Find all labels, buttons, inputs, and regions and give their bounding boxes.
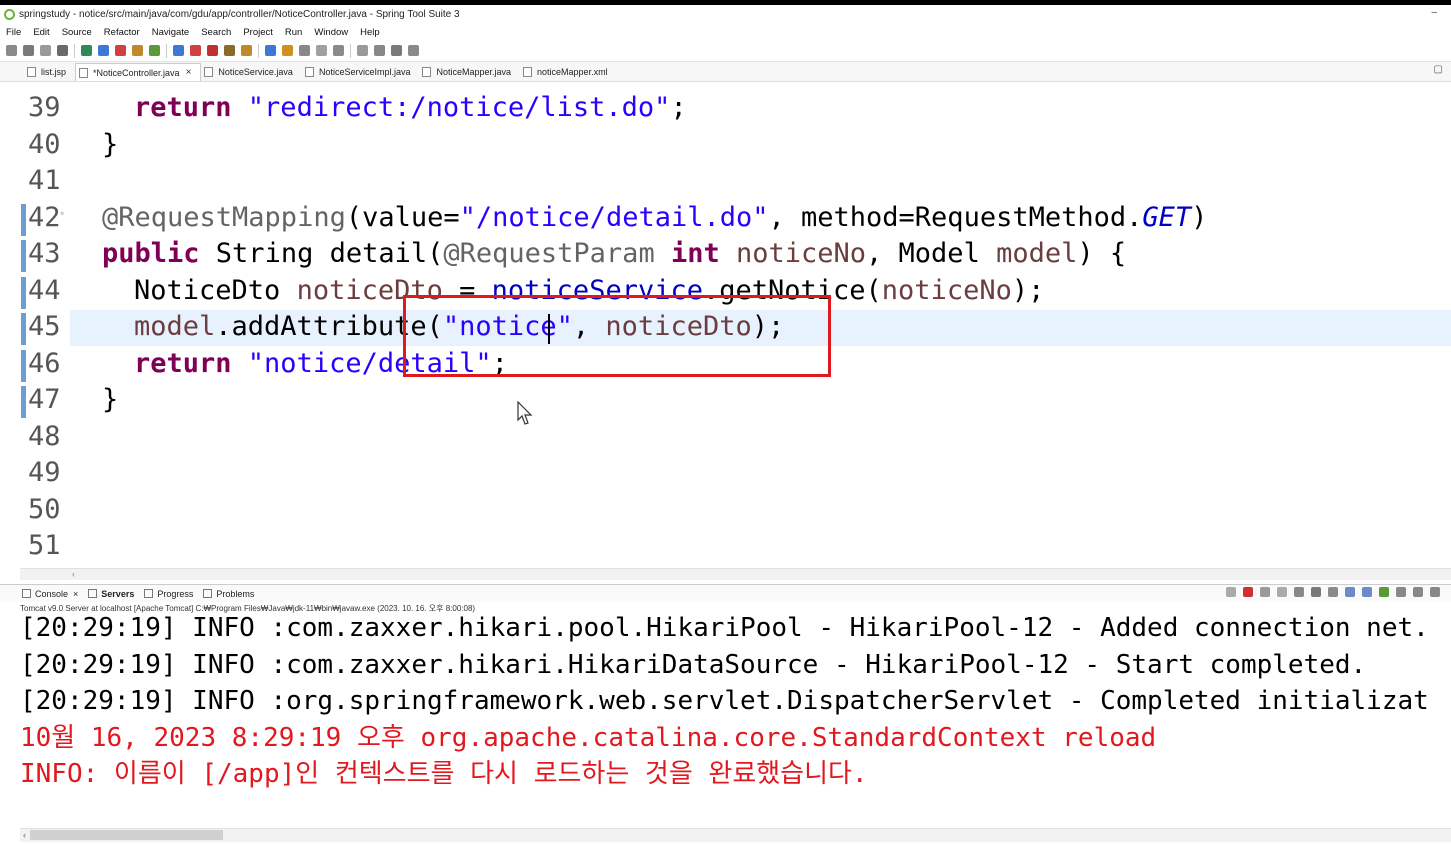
console-action-icon[interactable] xyxy=(1362,587,1372,597)
code-token: return xyxy=(134,347,248,379)
line-number: 51 xyxy=(28,530,61,561)
console-tab-label: Progress xyxy=(157,588,194,599)
close-console-icon[interactable]: × xyxy=(73,589,78,599)
code-line-42: @RequestMapping(value="/notice/detail.do… xyxy=(102,200,1207,236)
code-line-43: public String detail(@RequestParam int n… xyxy=(102,236,1126,272)
code-token: ; xyxy=(670,92,687,123)
console-action-icon[interactable] xyxy=(1413,587,1423,597)
console-action-icon[interactable] xyxy=(1294,587,1304,597)
editor-horizontal-scrollbar[interactable]: ‹ xyxy=(20,568,1451,580)
console-output[interactable]: [20:29:19] INFO :com.zaxxer.hikari.pool.… xyxy=(20,614,1451,828)
console-action-icon[interactable] xyxy=(1243,587,1253,597)
console-line: [20:29:19] INFO :com.zaxxer.hikari.pool.… xyxy=(20,614,1429,643)
console-action-icon[interactable] xyxy=(1345,587,1355,597)
console-tab-progress[interactable]: Progress xyxy=(144,589,193,599)
scroll-left-arrow-icon[interactable]: ‹ xyxy=(72,569,75,579)
line-number: 43 xyxy=(28,238,61,269)
mouse-pointer-icon xyxy=(517,400,533,434)
console-line: [20:29:19] INFO :org.springframework.web… xyxy=(20,686,1429,716)
console-line: INFO: 이름이 [/app]인 컨텍스트를 다시 로드하는 것을 완료했습니… xyxy=(20,759,868,789)
code-line-40: } xyxy=(102,127,118,163)
code-line-39: return "redirect:/notice/list.do"; xyxy=(134,90,687,126)
console-tab-label: Console xyxy=(35,588,69,599)
code-token: @RequestParam xyxy=(443,238,671,269)
fold-marker-icon[interactable]: ◦ xyxy=(60,206,64,220)
code-token: ); xyxy=(1011,274,1045,306)
code-token: model xyxy=(996,238,1078,269)
line-number: 48 xyxy=(28,420,61,452)
line-number: 44 xyxy=(28,274,61,306)
ide-window: { "window": { "title": "springstudy - no… xyxy=(0,0,1451,844)
line-number: 46 xyxy=(28,347,61,379)
line-number: 50 xyxy=(28,493,61,525)
server-process-label: Tomcat v9.0 Server at localhost [Apache … xyxy=(20,604,476,613)
code-token: , method=RequestMethod. xyxy=(768,201,1143,233)
console-line: [20:29:19] INFO :com.zaxxer.hikari.Hikar… xyxy=(20,649,1367,680)
change-marker xyxy=(21,386,26,418)
code-token: } xyxy=(102,384,119,415)
code-token: int xyxy=(670,238,736,269)
code-token: return xyxy=(134,92,248,123)
console-action-icon[interactable] xyxy=(1277,587,1287,597)
code-token: noticeNo xyxy=(735,238,867,269)
line-number: 41 xyxy=(28,165,61,196)
code-token: NoticeDto xyxy=(134,274,297,306)
code-token: (value= xyxy=(345,201,460,233)
console-action-icon[interactable] xyxy=(1396,587,1406,597)
console-action-icon[interactable] xyxy=(1260,587,1270,597)
console-tab-servers[interactable]: Servers xyxy=(88,589,134,599)
console-action-icon[interactable] xyxy=(1430,587,1440,597)
code-lines: 39 40 41 42 43 44 45 46 47 48 49 50 51 ◦ return "redir… xyxy=(0,0,1451,568)
code-token: "redirect:/notice/list.do" xyxy=(247,92,671,123)
console-action-icon[interactable] xyxy=(1226,587,1236,597)
code-token: model xyxy=(134,311,216,342)
change-marker xyxy=(21,276,26,309)
highlight-annotation-box xyxy=(403,295,831,377)
line-number: 39 xyxy=(28,92,61,123)
console-scroll-thumb[interactable] xyxy=(30,830,223,840)
console-horizontal-scrollbar[interactable]: ‹ xyxy=(20,828,1451,842)
problems-icon xyxy=(203,589,213,598)
code-token: ) xyxy=(1191,201,1208,233)
console-action-icon[interactable] xyxy=(1328,587,1338,597)
progress-icon xyxy=(144,589,154,598)
line-number: 40 xyxy=(28,128,61,160)
line-number: 45 xyxy=(28,311,61,342)
code-token: ) { xyxy=(1077,238,1127,269)
code-token: String detail( xyxy=(215,238,444,269)
change-marker xyxy=(21,240,26,272)
console-toolbar xyxy=(1226,587,1447,597)
console-tab-problems[interactable]: Problems xyxy=(203,589,254,599)
change-marker xyxy=(21,313,26,345)
line-number: 47 xyxy=(28,384,61,415)
change-marker xyxy=(21,203,26,236)
change-marker xyxy=(21,349,26,382)
console-tab-label: Servers xyxy=(101,588,135,599)
console-action-icon[interactable] xyxy=(1311,587,1321,597)
console-tab-console[interactable]: Console × xyxy=(22,589,78,599)
line-number: 49 xyxy=(28,457,61,488)
console-action-icon[interactable] xyxy=(1379,587,1389,597)
code-token: "/notice/detail.do" xyxy=(459,201,769,233)
code-token: GET xyxy=(1142,201,1192,233)
console-icon xyxy=(22,589,31,598)
code-token: } xyxy=(102,128,119,160)
code-token: @RequestMapping xyxy=(102,201,346,233)
code-line-47: } xyxy=(102,382,118,418)
scroll-left-arrow-icon[interactable]: ‹ xyxy=(23,830,26,840)
code-token: noticeNo xyxy=(881,274,1012,306)
code-token: , Model xyxy=(866,238,997,269)
servers-icon xyxy=(88,589,98,598)
console-tab-label: Problems xyxy=(216,588,255,599)
code-token: public xyxy=(102,238,216,269)
console-line: 10월 16, 2023 8:29:19 오후 org.apache.catal… xyxy=(20,722,1157,753)
